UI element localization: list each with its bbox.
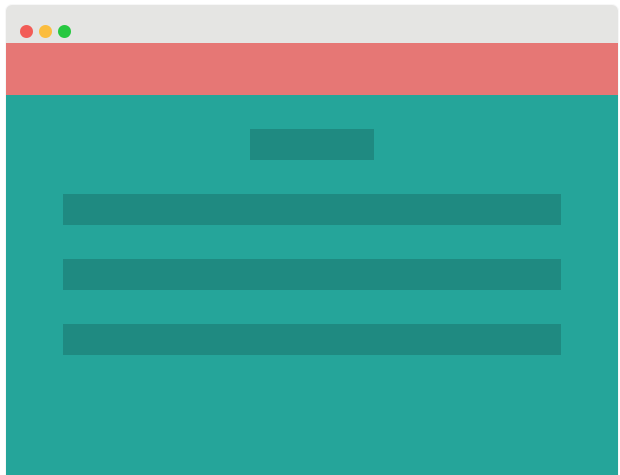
close-window-button[interactable] [20, 25, 33, 38]
minimize-window-button[interactable] [39, 25, 52, 38]
maximize-window-button[interactable] [58, 25, 71, 38]
page-header [6, 43, 618, 95]
browser-window [6, 5, 618, 475]
text-line-placeholder-3 [63, 324, 561, 355]
title-placeholder [250, 129, 374, 160]
text-line-placeholder-1 [63, 194, 561, 225]
page-content [6, 95, 618, 475]
window-titlebar [6, 5, 618, 43]
text-line-placeholder-2 [63, 259, 561, 290]
